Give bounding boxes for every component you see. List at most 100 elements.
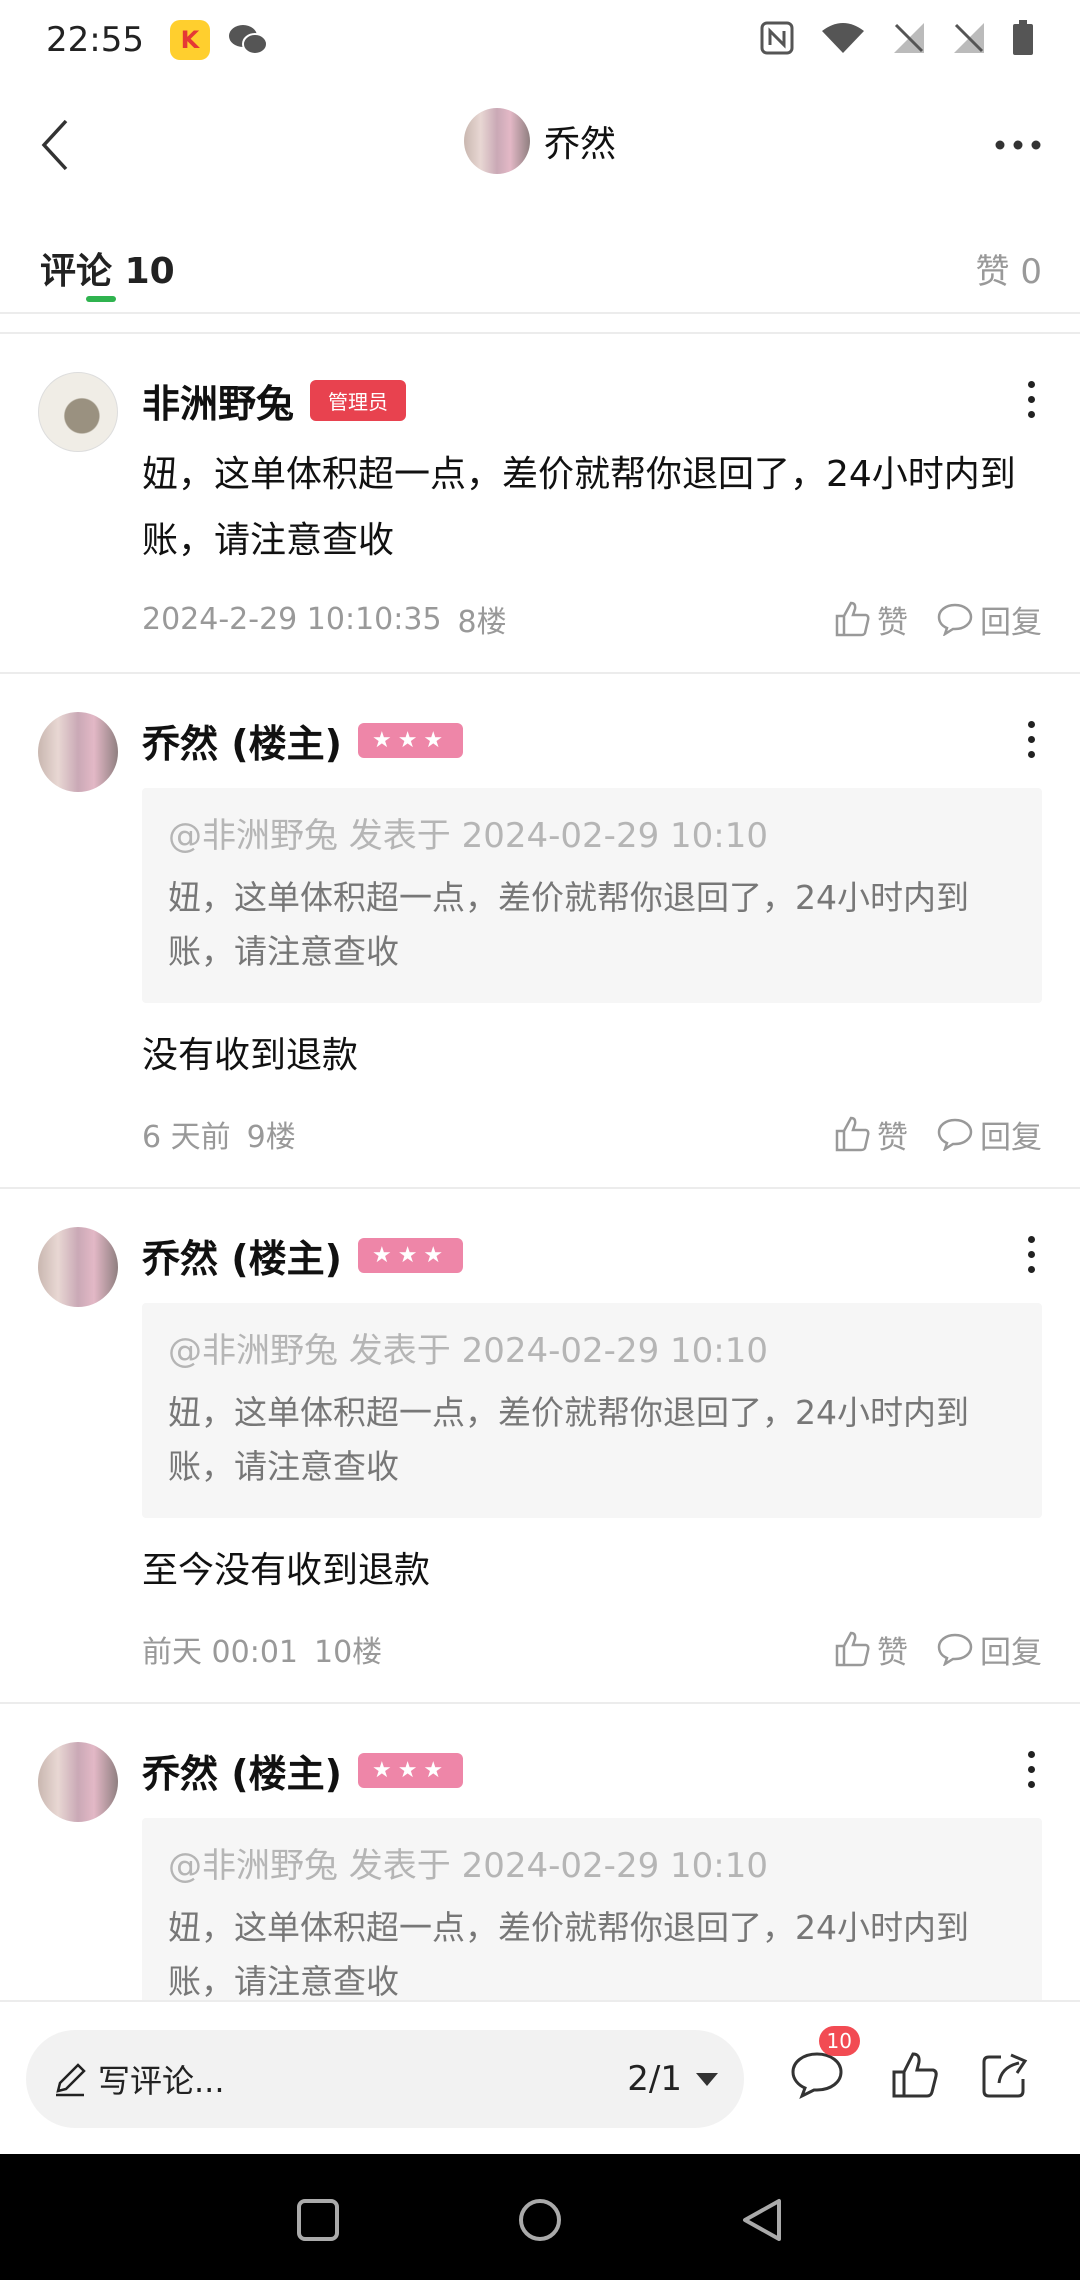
battery-icon: [1013, 20, 1033, 55]
top-header: 乔然: [0, 90, 1080, 200]
reply-button[interactable]: 回复: [936, 1627, 1042, 1672]
page-indicator[interactable]: 2/1: [627, 2059, 682, 2099]
tab-bar: 评论 10 赞 0: [0, 230, 1080, 314]
avatar[interactable]: [38, 372, 118, 452]
avatar[interactable]: [38, 712, 118, 792]
circle-icon: [519, 2199, 561, 2241]
like-button[interactable]: 赞: [833, 1112, 908, 1157]
no-signal-icon: [954, 23, 984, 53]
tab-comments[interactable]: 评论 10: [40, 242, 175, 294]
comment-icon: [937, 1633, 973, 1666]
quote-meta: @非洲野兔 发表于 2024-02-29 10:10: [168, 816, 768, 856]
wechat-icon: [228, 25, 268, 55]
quote-meta: @非洲野兔 发表于 2024-02-29 10:10: [168, 1331, 768, 1371]
like-icon: [892, 2052, 938, 2098]
quote-meta: @非洲野兔 发表于 2024-02-29 10:10: [168, 1846, 768, 1886]
like-button[interactable]: 赞: [833, 1627, 908, 1672]
more-button[interactable]: [988, 120, 1048, 170]
quote-text: 妞，这单体积超一点，差价就帮你退回了，24小时内到账，请注意查收: [168, 1393, 969, 1486]
comment-menu-button[interactable]: [1016, 1744, 1046, 1794]
comment-author[interactable]: 乔然 (楼主): [142, 713, 342, 768]
comment-time: 2024-2-29 10:10:35: [142, 601, 442, 637]
quoted-comment[interactable]: @非洲野兔 发表于 2024-02-29 10:10 妞，这单体积超一点，差价就…: [142, 1818, 1042, 2000]
comment-menu-button[interactable]: [1016, 714, 1046, 764]
square-icon: [297, 2199, 339, 2241]
comment-floor: 8楼: [457, 605, 507, 640]
level-badge: ★★★: [357, 1752, 464, 1788]
quote-text: 妞，这单体积超一点，差价就帮你退回了，24小时内到账，请注意查收: [168, 1908, 969, 2000]
comment-menu-button[interactable]: [1016, 1229, 1046, 1279]
comment-text: 妞，这单体积超一点，差价就帮你退回了，24小时内到账，请注意查收: [142, 454, 1016, 561]
recents-button[interactable]: [288, 2190, 348, 2250]
reply-button[interactable]: 回复: [936, 1112, 1042, 1157]
like-label: 赞: [877, 1634, 908, 1671]
comment-floor: 9楼: [246, 1120, 296, 1155]
comments-button[interactable]: 10: [782, 2026, 860, 2110]
like-button[interactable]: 赞: [833, 597, 908, 642]
bottom-action-bar: 写评论... 2/1 10: [0, 2000, 1080, 2154]
avatar[interactable]: [38, 1742, 118, 1822]
like-label: 赞: [877, 604, 908, 641]
level-badge: ★★★: [357, 722, 464, 758]
comment-author[interactable]: 乔然 (楼主): [142, 1743, 342, 1798]
triangle-back-icon: [743, 2199, 781, 2241]
no-signal-icon: [894, 23, 924, 53]
comment-icon: [937, 603, 973, 636]
pencil-icon: [56, 2063, 86, 2097]
comment-count-badge: 10: [818, 2026, 860, 2056]
reply-label: 回复: [980, 604, 1042, 641]
like-icon: [835, 1631, 870, 1667]
level-badge: ★★★: [357, 1237, 464, 1273]
avatar: [463, 108, 530, 174]
share-button[interactable]: [970, 2040, 1040, 2110]
comment-item: 非洲野兔 管理员 妞，这单体积超一点，差价就帮你退回了，24小时内到账，请注意查…: [0, 334, 1080, 674]
comment-floor: 10楼: [314, 1635, 383, 1670]
quoted-comment[interactable]: @非洲野兔 发表于 2024-02-29 10:10 妞，这单体积超一点，差价就…: [142, 788, 1042, 1003]
more-icon: [995, 140, 1041, 150]
home-button[interactable]: [510, 2190, 570, 2250]
comment-list[interactable]: 非洲野兔 管理员 妞，这单体积超一点，差价就帮你退回了，24小时内到账，请注意查…: [0, 334, 1080, 2000]
status-time: 22:55: [46, 20, 144, 60]
comment-input-placeholder: 写评论...: [98, 2062, 225, 2100]
comment-time: 前天 00:01: [142, 1635, 298, 1670]
reply-button[interactable]: 回复: [936, 597, 1042, 642]
kuaishou-app-icon: K: [169, 20, 210, 60]
comment-icon: [791, 2052, 843, 2100]
tab-comments-count: 10: [124, 251, 175, 292]
share-icon: [982, 2053, 1028, 2098]
wifi-icon: [822, 23, 864, 53]
tab-likes-count: 0: [1020, 252, 1042, 292]
like-label: 赞: [877, 1119, 908, 1156]
like-post-button[interactable]: [880, 2040, 950, 2110]
comment-text: 至今没有收到退款: [142, 1550, 431, 1591]
comment-item: 乔然 (楼主) ★★★ @非洲野兔 发表于 2024-02-29 10:10 妞…: [0, 674, 1080, 1189]
tab-likes[interactable]: 赞 0: [976, 244, 1042, 293]
tab-indicator: [86, 296, 116, 302]
quoted-comment[interactable]: @非洲野兔 发表于 2024-02-29 10:10 妞，这单体积超一点，差价就…: [142, 1303, 1042, 1518]
status-bar: 22:55 K: [0, 0, 1080, 80]
page-title: 乔然: [543, 124, 616, 165]
quote-text: 妞，这单体积超一点，差价就帮你退回了，24小时内到账，请注意查收: [168, 878, 969, 971]
tab-comments-label: 评论: [40, 251, 113, 292]
comment-icon: [937, 1118, 973, 1151]
header-user[interactable]: 乔然: [0, 108, 1080, 174]
comment-item: 乔然 (楼主) ★★★ @非洲野兔 发表于 2024-02-29 10:10 妞…: [0, 1704, 1080, 2000]
reply-label: 回复: [980, 1119, 1042, 1156]
comment-item: 乔然 (楼主) ★★★ @非洲野兔 发表于 2024-02-29 10:10 妞…: [0, 1189, 1080, 1704]
like-icon: [835, 1116, 870, 1152]
comment-time: 6 天前: [142, 1120, 231, 1155]
tab-likes-label: 赞: [975, 252, 1010, 292]
reply-label: 回复: [980, 1634, 1042, 1671]
back-nav-button[interactable]: [732, 2190, 792, 2250]
nfc-icon: [760, 21, 794, 55]
system-nav-bar: [0, 2154, 1080, 2280]
admin-badge: 管理员: [310, 379, 407, 421]
like-icon: [835, 601, 870, 637]
page-dropdown-icon[interactable]: [696, 2072, 718, 2086]
comment-author[interactable]: 非洲野兔: [142, 373, 294, 428]
comment-menu-button[interactable]: [1016, 374, 1046, 424]
avatar[interactable]: [38, 1227, 118, 1307]
comment-author[interactable]: 乔然 (楼主): [142, 1228, 342, 1283]
comment-text: 没有收到退款: [142, 1035, 359, 1076]
comment-input[interactable]: 写评论... 2/1: [26, 2030, 744, 2128]
